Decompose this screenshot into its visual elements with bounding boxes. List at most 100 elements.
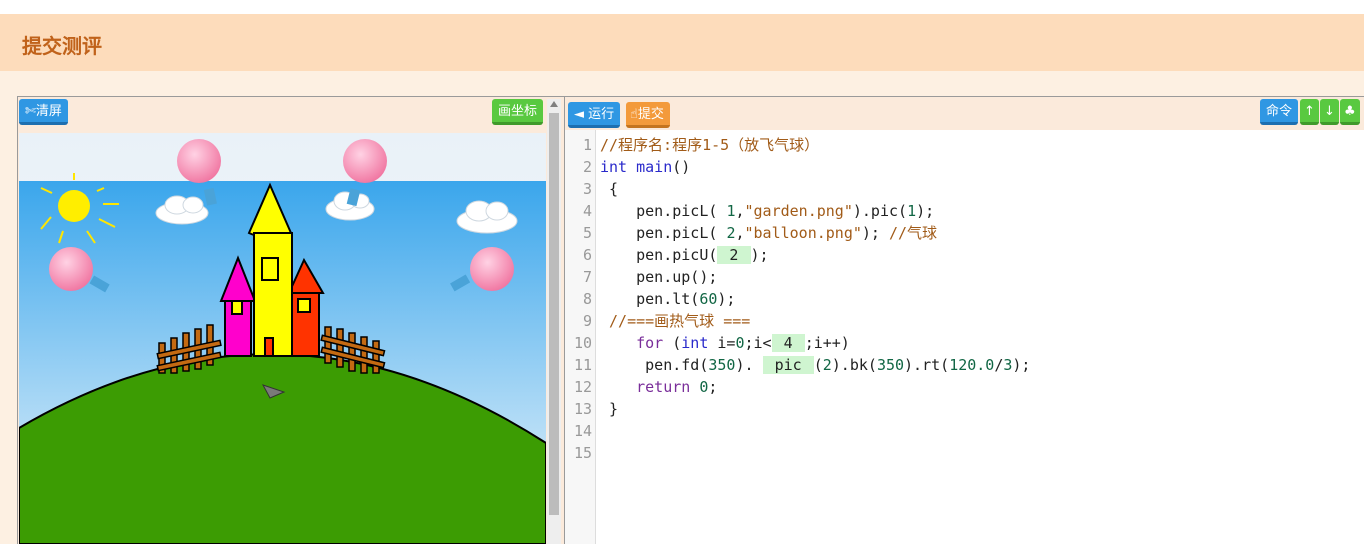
code-line[interactable]: pen.picL( 1,"garden.png").pic(1); xyxy=(600,200,1030,222)
code-line[interactable]: pen.picU( 2 ); xyxy=(600,244,1030,266)
code-token: { xyxy=(600,180,619,198)
code-token: return xyxy=(636,378,691,396)
code-line[interactable]: //===画热气球 === xyxy=(600,310,1030,332)
code-token: ;i< xyxy=(744,334,772,352)
line-number: 10 xyxy=(573,334,592,352)
code-token: ).rt( xyxy=(904,356,950,374)
code-token: pen.fd( xyxy=(600,356,709,374)
page-title: 提交测评 xyxy=(22,34,102,58)
code-token: 350 xyxy=(708,356,736,374)
code-token: "garden.png" xyxy=(744,202,853,220)
line-number: 13 xyxy=(573,400,592,418)
code-line[interactable] xyxy=(600,442,1030,464)
code-token: , xyxy=(735,224,745,242)
code-token: ). xyxy=(735,356,763,374)
top-strip xyxy=(0,0,1364,14)
code-token: 0 xyxy=(735,334,745,352)
code-token: ).bk( xyxy=(831,356,877,374)
code-area[interactable]: //程序名:程序1-5（放飞气球） int main() { pen.picL( … xyxy=(600,134,1030,464)
command-button[interactable]: 命令 xyxy=(1260,99,1299,125)
code-token: 1 xyxy=(907,202,917,220)
code-token: () xyxy=(672,158,691,176)
code-token: "balloon.png" xyxy=(744,224,862,242)
code-line[interactable]: { xyxy=(600,178,1030,200)
run-button[interactable]: ◄ 运行 xyxy=(568,102,621,128)
code-token: pen.picL( xyxy=(600,202,727,220)
code-token: ); xyxy=(717,290,736,308)
line-number: 4 xyxy=(582,202,592,220)
line-number-gutter: 1 2 3 4 5 6 7 8 9 10 11 12 13 14 15 xyxy=(565,130,596,544)
code-token: ); xyxy=(750,246,769,264)
line-number: 2 xyxy=(582,158,592,176)
code-token: for xyxy=(636,334,664,352)
code-token: //程序名:程序1-5（放飞气球） xyxy=(600,136,820,154)
clear-screen-button[interactable]: ✄清屏 xyxy=(19,99,68,125)
code-token: pen.picU( xyxy=(600,246,718,264)
code-token: ( xyxy=(813,356,823,374)
code-token: i= xyxy=(708,334,736,352)
page-header: 提交测评 xyxy=(0,14,1364,71)
move-up-button[interactable]: ↑ xyxy=(1300,99,1319,125)
code-line[interactable]: } xyxy=(600,398,1030,420)
code-token: pen.lt( xyxy=(600,290,700,308)
code-line[interactable] xyxy=(600,420,1030,442)
line-number: 6 xyxy=(582,246,592,264)
code-token: 350 xyxy=(876,356,905,374)
code-editor-panel: ◄ 运行 ☝提交 命令 ↑ ↓ ♣ 1 2 3 4 5 6 7 8 9 10 11 12 13 14 15 … xyxy=(564,96,1364,544)
scroll-up-icon[interactable] xyxy=(550,101,558,107)
code-token: ); xyxy=(916,202,935,220)
code-line[interactable]: pen.picL( 2,"balloon.png"); //气球 xyxy=(600,222,1030,244)
canvas-panel: ✄清屏 画坐标 xyxy=(17,96,565,544)
code-token: ); xyxy=(861,224,889,242)
line-number: 8 xyxy=(582,290,592,308)
code-token: ;i++) xyxy=(804,334,850,352)
code-token: 60 xyxy=(699,290,718,308)
code-token: ).pic( xyxy=(852,202,908,220)
drawing-canvas[interactable] xyxy=(19,133,546,544)
draw-coordinates-button[interactable]: 画坐标 xyxy=(492,99,544,125)
canvas-scrollbar[interactable] xyxy=(547,99,561,544)
move-down-button[interactable]: ↓ xyxy=(1320,99,1339,125)
line-number: 7 xyxy=(582,268,592,286)
code-line[interactable]: pen.lt(60); xyxy=(600,288,1030,310)
line-number: 12 xyxy=(573,378,592,396)
line-number: 5 xyxy=(582,224,592,242)
code-token: 2 xyxy=(822,356,832,374)
code-token: } xyxy=(600,400,619,418)
editor-toolbar: ◄ 运行 ☝提交 命令 ↑ ↓ ♣ xyxy=(565,97,1364,130)
code-token: //气球 xyxy=(889,224,938,242)
code-token: //===画热气球 === xyxy=(600,312,751,330)
code-token: pic xyxy=(762,356,814,374)
line-number: 15 xyxy=(573,444,592,462)
submit-button[interactable]: ☝提交 xyxy=(626,102,670,128)
scrollbar-thumb[interactable] xyxy=(549,113,559,515)
code-token: int xyxy=(681,334,709,352)
code-token: ( xyxy=(663,334,682,352)
code-line[interactable]: return 0; xyxy=(600,376,1030,398)
code-token: pen.up(); xyxy=(600,268,718,286)
code-token: 4 xyxy=(771,334,805,352)
code-line[interactable]: //程序名:程序1-5（放飞气球） xyxy=(600,134,1030,156)
line-number: 14 xyxy=(573,422,592,440)
code-token: ; xyxy=(708,378,718,396)
line-number: 9 xyxy=(582,312,592,330)
code-token: 120.0 xyxy=(949,356,995,374)
club-button[interactable]: ♣ xyxy=(1340,99,1360,125)
line-number: 11 xyxy=(573,356,592,374)
code-token: ); xyxy=(1012,356,1031,374)
code-token: int xyxy=(600,158,628,176)
code-line[interactable]: pen.fd(350). pic (2).bk(350).rt(120.0/3)… xyxy=(600,354,1030,376)
line-number: 3 xyxy=(582,180,592,198)
hand-icon: ☝ xyxy=(630,107,638,122)
code-token: 2 xyxy=(717,246,751,264)
code-token: pen.picL( xyxy=(600,224,727,242)
code-token: main xyxy=(627,158,673,176)
code-line[interactable]: int main() xyxy=(600,156,1030,178)
code-token: , xyxy=(735,202,745,220)
code-line[interactable]: pen.up(); xyxy=(600,266,1030,288)
line-number: 1 xyxy=(582,136,592,154)
code-line[interactable]: for (int i=0;i< 4 ;i++) xyxy=(600,332,1030,354)
